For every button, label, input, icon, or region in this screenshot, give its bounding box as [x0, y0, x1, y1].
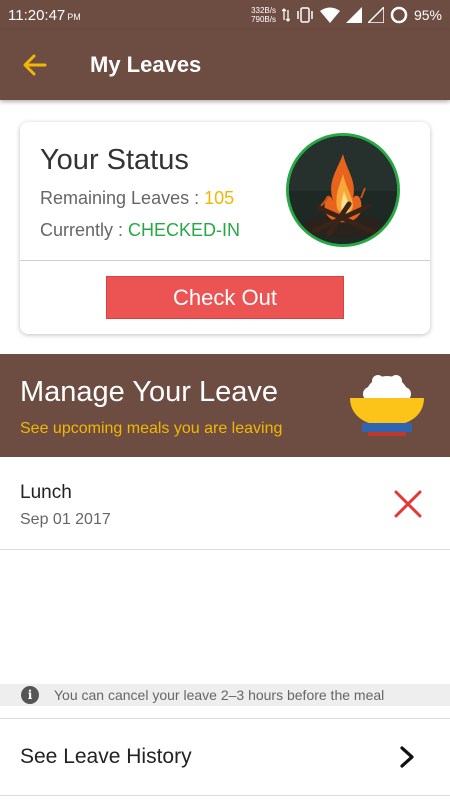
remaining-leaves-value: 105: [204, 188, 235, 208]
cancel-leave-button[interactable]: [388, 484, 428, 524]
current-state-label: Currently :: [40, 220, 129, 240]
clock: 11:20:47: [8, 6, 66, 24]
app-bar: My Leaves: [0, 30, 450, 100]
battery-percent: 95%: [413, 7, 442, 23]
info-text: You can cancel your leave 2–3 hours befo…: [54, 687, 385, 703]
vibrate-icon: [297, 7, 313, 23]
signal-icon-2: [367, 7, 384, 23]
battery-ring-icon: [390, 6, 408, 24]
status-title: Your Status: [40, 144, 189, 176]
manage-leave-title: Manage Your Leave: [20, 376, 278, 408]
meal-date: Sep 01 2017: [20, 511, 111, 528]
wifi-icon: [319, 7, 340, 23]
campfire-image: [289, 136, 397, 244]
rice-bowl-icon: [350, 375, 424, 436]
remaining-leaves: Remaining Leaves : 105: [40, 188, 234, 209]
clock-ampm: PM: [67, 12, 81, 22]
current-state: Currently : CHECKED-IN: [40, 220, 240, 241]
check-out-button[interactable]: Check Out: [106, 276, 344, 319]
data-transfer-icon: [281, 8, 290, 22]
remaining-leaves-label: Remaining Leaves :: [40, 188, 205, 208]
meal-name: Lunch: [20, 482, 72, 503]
upload-speed: 332B/s: [251, 6, 276, 15]
leave-history-row[interactable]: See Leave History: [0, 718, 450, 796]
arrow-left-icon: [23, 54, 47, 76]
signal-icon: [345, 7, 362, 23]
card-divider: [20, 260, 430, 261]
status-icons: 332B/s 790B/s 95%: [251, 6, 442, 24]
info-icon: i: [21, 686, 39, 704]
list-item: Lunch Sep 01 2017: [0, 458, 450, 550]
close-icon: [394, 490, 422, 518]
page-title: My Leaves: [90, 52, 202, 77]
leave-history-label: See Leave History: [20, 745, 192, 768]
download-speed: 790B/s: [251, 15, 276, 24]
system-status-bar: 11:20:47 PM 332B/s 790B/s 95%: [0, 0, 450, 30]
manage-leave-header: Manage Your Leave See upcoming meals you…: [0, 354, 450, 457]
back-button[interactable]: [0, 30, 70, 100]
status-image: [286, 133, 400, 247]
manage-leave-subtitle: See upcoming meals you are leaving: [20, 420, 283, 437]
current-state-value: CHECKED-IN: [128, 220, 241, 240]
chevron-right-icon: [400, 746, 414, 768]
info-banner: i You can cancel your leave 2–3 hours be…: [0, 684, 450, 706]
network-speed: 332B/s 790B/s: [251, 6, 276, 24]
status-card: Your Status Remaining Leaves : 105 Curre…: [20, 122, 430, 334]
